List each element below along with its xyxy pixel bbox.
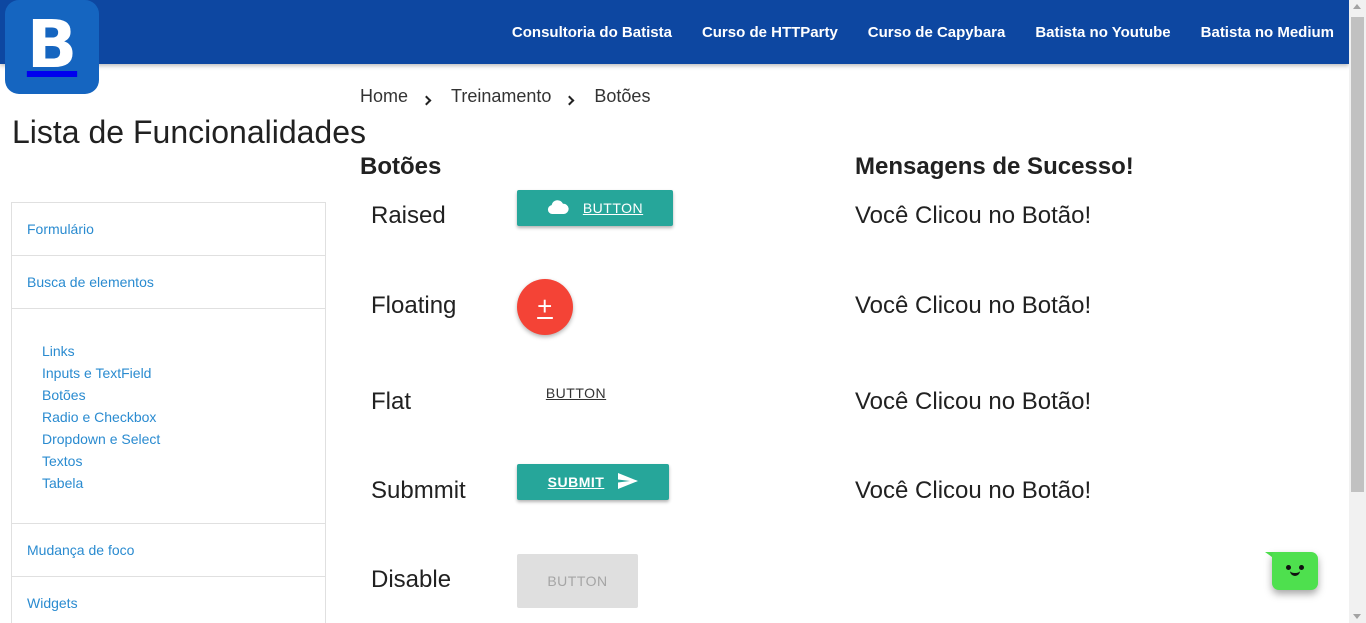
submit-button-label: SUBMIT bbox=[547, 474, 605, 490]
nav-link-youtube[interactable]: Batista no Youtube bbox=[1035, 24, 1170, 41]
raised-button[interactable]: BUTTON bbox=[517, 190, 673, 226]
success-message-floating: Você Clicou no Botão! bbox=[855, 292, 1092, 319]
sidebar-menu: Formulário Busca de elementos Links Inpu… bbox=[11, 202, 326, 623]
sidebar-subitem-tabela[interactable]: Tabela bbox=[42, 472, 325, 494]
nav-link-medium[interactable]: Batista no Medium bbox=[1201, 24, 1334, 41]
sidebar-subitem-dropdown-select[interactable]: Dropdown e Select bbox=[42, 428, 325, 450]
nav-links: Consultoria do Batista Curso de HTTParty… bbox=[512, 0, 1334, 64]
send-icon bbox=[618, 472, 639, 492]
floating-button[interactable]: + bbox=[517, 279, 573, 335]
label-submit: Submmit bbox=[371, 477, 466, 504]
submit-button[interactable]: SUBMIT bbox=[517, 464, 669, 500]
disabled-button: BUTTON bbox=[517, 554, 638, 608]
success-message-flat: Você Clicou no Botão! bbox=[855, 388, 1092, 415]
chevron-right-icon bbox=[564, 95, 575, 106]
nav-link-capybara[interactable]: Curso de Capybara bbox=[868, 24, 1006, 41]
label-flat: Flat bbox=[371, 388, 412, 415]
flat-button-label: BUTTON bbox=[545, 385, 607, 401]
sidebar-subitem-links[interactable]: Links bbox=[42, 340, 325, 362]
section-title-mensagens: Mensagens de Sucesso! bbox=[855, 153, 1134, 180]
page-scrollbar[interactable] bbox=[1349, 0, 1366, 623]
sidebar-item-busca-de-elementos[interactable]: Busca de elementos bbox=[12, 256, 325, 309]
label-raised: Raised bbox=[371, 202, 446, 229]
chat-eye-left bbox=[1286, 565, 1291, 570]
cloud-icon bbox=[547, 199, 569, 218]
section-title-botoes: Botões bbox=[360, 153, 442, 180]
label-disable: Disable bbox=[371, 566, 452, 593]
nav-link-httparty[interactable]: Curso de HTTParty bbox=[702, 24, 838, 41]
sidebar-item-formulario[interactable]: Formulário bbox=[12, 203, 325, 256]
chevron-right-icon bbox=[421, 95, 432, 106]
sidebar-subitem-botoes[interactable]: Botões bbox=[42, 384, 325, 406]
logo-letter: B bbox=[26, 6, 78, 83]
scroll-up-arrow-icon[interactable] bbox=[1353, 4, 1361, 9]
disabled-button-label: BUTTON bbox=[547, 573, 608, 589]
chat-bot-icon[interactable] bbox=[1265, 551, 1318, 590]
sidebar-title: Lista de Funcionalidades bbox=[12, 114, 367, 150]
raised-button-label: BUTTON bbox=[582, 200, 644, 216]
success-message-raised: Você Clicou no Botão! bbox=[855, 202, 1092, 229]
sidebar-item-widgets[interactable]: Widgets bbox=[12, 577, 325, 623]
nav-link-consultoria[interactable]: Consultoria do Batista bbox=[512, 24, 672, 41]
chat-eye-right bbox=[1299, 565, 1304, 570]
logo[interactable]: B bbox=[5, 0, 99, 94]
breadcrumb-current: Botões bbox=[594, 86, 651, 106]
top-navbar: Consultoria do Batista Curso de HTTParty… bbox=[0, 0, 1349, 64]
scrollbar-thumb[interactable] bbox=[1351, 17, 1364, 492]
success-message-submit: Você Clicou no Botão! bbox=[855, 477, 1092, 504]
chat-bubble bbox=[1272, 552, 1318, 590]
sidebar-subitem-radio-checkbox[interactable]: Radio e Checkbox bbox=[42, 406, 325, 428]
breadcrumb-treinamento[interactable]: Treinamento bbox=[451, 86, 551, 107]
flat-button[interactable]: BUTTON bbox=[535, 377, 617, 409]
chat-mouth bbox=[1290, 571, 1300, 576]
label-floating: Floating bbox=[371, 292, 457, 319]
scroll-down-arrow-icon[interactable] bbox=[1353, 614, 1361, 619]
breadcrumb: Home Treinamento Botões bbox=[360, 86, 650, 107]
sidebar-subitem-inputs[interactable]: Inputs e TextField bbox=[42, 362, 325, 384]
sidebar-item-mudanca-de-foco[interactable]: Mudança de foco bbox=[12, 524, 325, 577]
breadcrumb-home[interactable]: Home bbox=[360, 86, 408, 107]
sidebar-subitem-textos[interactable]: Textos bbox=[42, 450, 325, 472]
plus-icon: + bbox=[537, 291, 553, 321]
sidebar-submenu: Links Inputs e TextField Botões Radio e … bbox=[12, 309, 325, 524]
